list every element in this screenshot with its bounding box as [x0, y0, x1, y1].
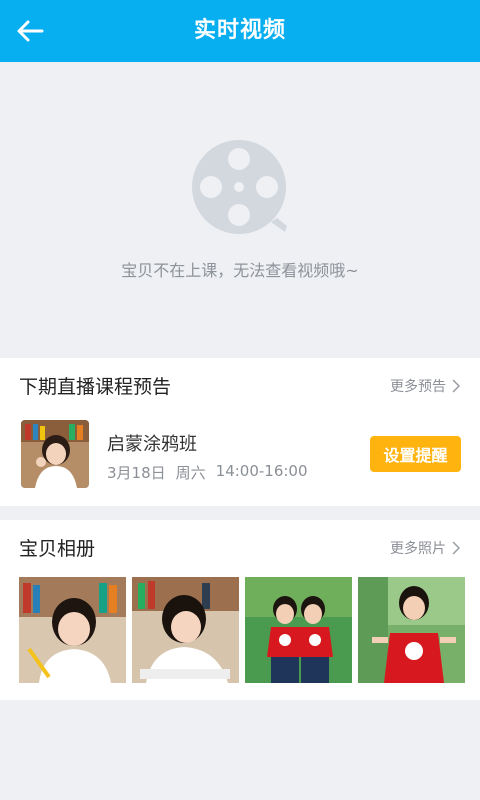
album-title: 宝贝相册 — [19, 538, 96, 560]
course-time: 14:00-16:00 — [215, 462, 308, 480]
more-photos-label: 更多照片 — [390, 541, 446, 557]
page-title: 实时视频 — [193, 18, 286, 43]
chevron-right-icon — [452, 379, 461, 393]
no-video-message: 宝贝不在上课，无法查看视频哦~ — [121, 261, 359, 280]
baby-album-card: 宝贝相册 更多照片 — [0, 520, 480, 700]
course-thumbnail-image — [21, 420, 89, 488]
photo-strip — [19, 577, 465, 683]
film-reel-icon — [192, 140, 287, 234]
album-photo[interactable] — [19, 577, 126, 683]
course-thumbnail[interactable] — [21, 420, 89, 488]
album-photo[interactable] — [245, 577, 352, 683]
course-date: 3月18日 — [107, 464, 166, 482]
more-previews-label: 更多预告 — [390, 379, 446, 395]
upcoming-courses-card: 下期直播课程预告 更多预告 启蒙涂鸦班 3月18日 周六 14:00-16:00… — [0, 358, 480, 506]
top-bar: 实时视频 — [0, 0, 480, 62]
more-photos-link[interactable]: 更多照片 — [390, 538, 462, 558]
album-photo[interactable] — [132, 577, 239, 683]
video-player-area: 宝贝不在上课，无法查看视频哦~ — [0, 62, 480, 358]
chevron-right-icon — [452, 541, 461, 555]
set-reminder-button[interactable]: 设置提醒 — [370, 436, 461, 472]
course-name: 启蒙涂鸦班 — [107, 434, 197, 455]
more-previews-link[interactable]: 更多预告 — [390, 376, 462, 396]
upcoming-courses-title: 下期直播课程预告 — [19, 376, 172, 398]
course-schedule: 3月18日 周六 14:00-16:00 — [107, 462, 308, 483]
album-photo[interactable] — [358, 577, 465, 683]
course-weekday: 周六 — [175, 464, 206, 482]
